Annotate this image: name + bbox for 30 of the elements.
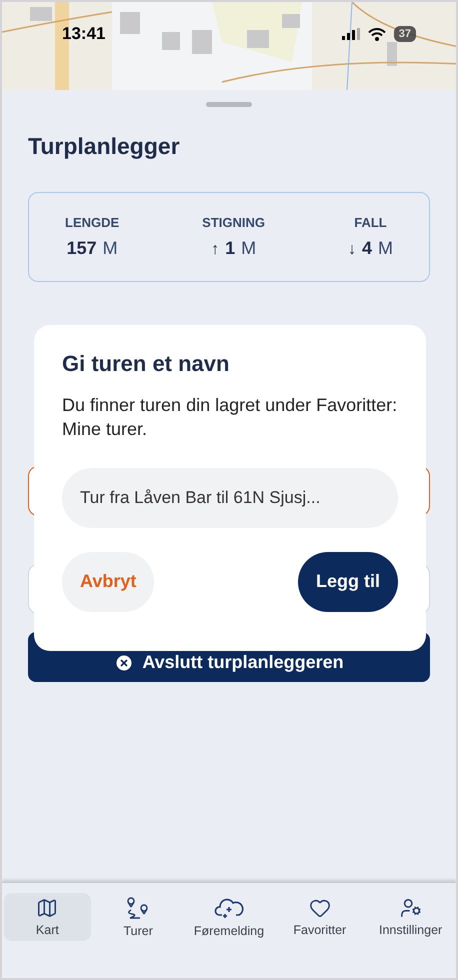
nav-tab[interactable]: Føremelding	[186, 893, 272, 941]
stat-unit: M	[241, 238, 256, 259]
stat-unit: M	[378, 238, 393, 259]
stat-value: 157	[66, 238, 97, 259]
heart-icon	[308, 897, 331, 919]
arrow-sign: ↑	[211, 241, 220, 259]
name-input[interactable]: Tur fra Låven Bar til 61N Sjusj...	[62, 468, 398, 528]
stat-unit: M	[102, 238, 118, 259]
nav-tab[interactable]: Innstillinger	[367, 893, 454, 941]
cloud-snow-icon	[214, 896, 244, 920]
nav-tab[interactable]: Turer	[94, 893, 182, 941]
stat-label: FALL	[354, 215, 387, 230]
map-icon	[36, 897, 58, 919]
stat-value: 4	[362, 238, 372, 259]
stat-label: LENGDE	[65, 215, 120, 230]
dialog-message: Du finner turen din lagret under Favoritter: Mine turer.	[62, 394, 398, 442]
drag-handle[interactable]	[206, 102, 252, 107]
user-settings-icon	[400, 897, 422, 919]
close-icon	[114, 652, 134, 672]
page-title: Turplanlegger	[28, 133, 181, 160]
nav-tab[interactable]: Kart	[4, 893, 91, 941]
add-button[interactable]: Legg til	[298, 552, 398, 612]
status-time: 13:41	[62, 24, 106, 44]
arrow-sign: ↓	[348, 241, 356, 259]
stat-label: STIGNING	[202, 215, 265, 230]
wifi-icon	[368, 28, 386, 40]
dialog-title: Gi turen et navn	[62, 351, 230, 377]
stat-value: 1	[225, 238, 236, 259]
nav-tab[interactable]: Favoritter	[276, 893, 364, 941]
signal-icon	[342, 28, 360, 40]
